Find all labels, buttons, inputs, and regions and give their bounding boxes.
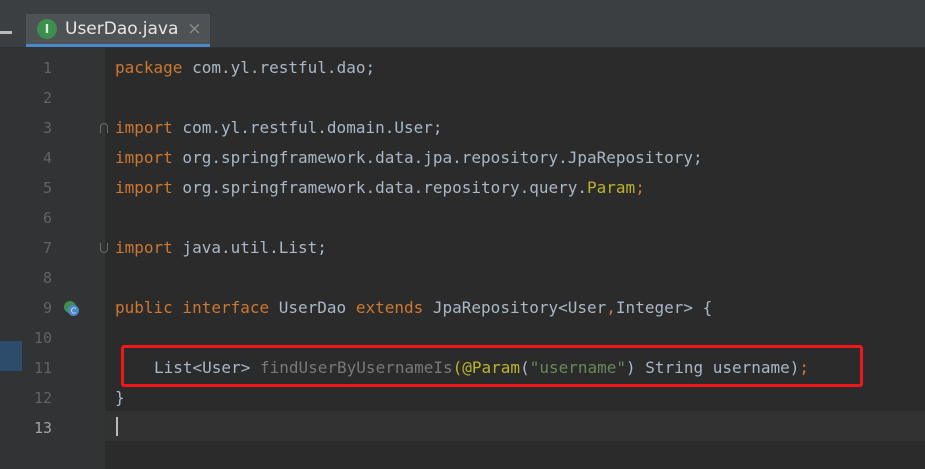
code-line-5[interactable]: import org.springframework.data.reposito…: [115, 173, 645, 203]
keyword: package: [115, 58, 183, 77]
highlight-annotation-box: [121, 345, 863, 387]
line-number: 6: [42, 209, 52, 227]
line-number: 10: [33, 329, 52, 347]
keyword: interface: [172, 298, 270, 317]
fold-marker-icon[interactable]: [100, 123, 108, 133]
line-number: 11: [33, 359, 52, 377]
line-number: 12: [33, 389, 52, 407]
keyword: import: [115, 118, 173, 137]
line-number-current: 13: [33, 419, 52, 437]
comma: ,: [606, 298, 616, 317]
semicolon: ;: [635, 178, 645, 197]
keyword: public: [115, 298, 173, 317]
interface-file-icon: I: [37, 19, 57, 39]
closing-brace: }: [115, 388, 125, 407]
svg-text:C: C: [71, 307, 77, 316]
code-line-1[interactable]: package com.yl.restful.dao;: [115, 53, 375, 83]
editor-tab-bar: I UserDao.java ×: [0, 0, 925, 48]
collapse-handle[interactable]: [0, 31, 12, 34]
tab-title: UserDao.java: [65, 19, 179, 39]
line-number: 4: [42, 149, 52, 167]
line-number: 1: [42, 59, 52, 77]
code-line-4[interactable]: import org.springframework.data.jpa.repo…: [115, 143, 703, 173]
line-number: 9: [42, 299, 52, 317]
code-text: Integer> {: [615, 298, 713, 317]
code-text: com.yl.restful.domain.User;: [172, 118, 443, 137]
code-text: org.springframework.data.jpa.repository.…: [172, 148, 703, 167]
code-text: JpaRepository<User: [423, 298, 607, 317]
implemented-by-icon[interactable]: C: [62, 299, 80, 317]
keyword: import: [115, 238, 173, 257]
current-line-highlight: [105, 411, 925, 441]
annotation-name: Param: [587, 178, 636, 197]
keyword: import: [115, 148, 173, 167]
code-line-3[interactable]: import com.yl.restful.domain.User;: [115, 113, 443, 143]
code-text: com.yl.restful.dao;: [182, 58, 376, 77]
code-line-9[interactable]: public interface UserDao extends JpaRepo…: [115, 293, 712, 323]
close-icon[interactable]: ×: [187, 19, 201, 39]
tab-userdao-java[interactable]: I UserDao.java ×: [26, 14, 210, 47]
code-text: org.springframework.data.repository.quer…: [172, 178, 588, 197]
line-number: 2: [42, 89, 52, 107]
line-number: 3: [42, 119, 52, 137]
interface-name: UserDao: [269, 298, 347, 317]
code-line-7[interactable]: import java.util.List;: [115, 233, 327, 263]
line-number: 5: [42, 179, 52, 197]
code-text: java.util.List;: [172, 238, 327, 257]
text-caret: [116, 417, 118, 436]
line-number: 8: [42, 269, 52, 287]
fold-marker-icon[interactable]: [100, 243, 108, 253]
code-line-12[interactable]: }: [115, 383, 125, 413]
keyword: extends: [346, 298, 424, 317]
line-number: 7: [42, 239, 52, 257]
keyword: import: [115, 178, 173, 197]
